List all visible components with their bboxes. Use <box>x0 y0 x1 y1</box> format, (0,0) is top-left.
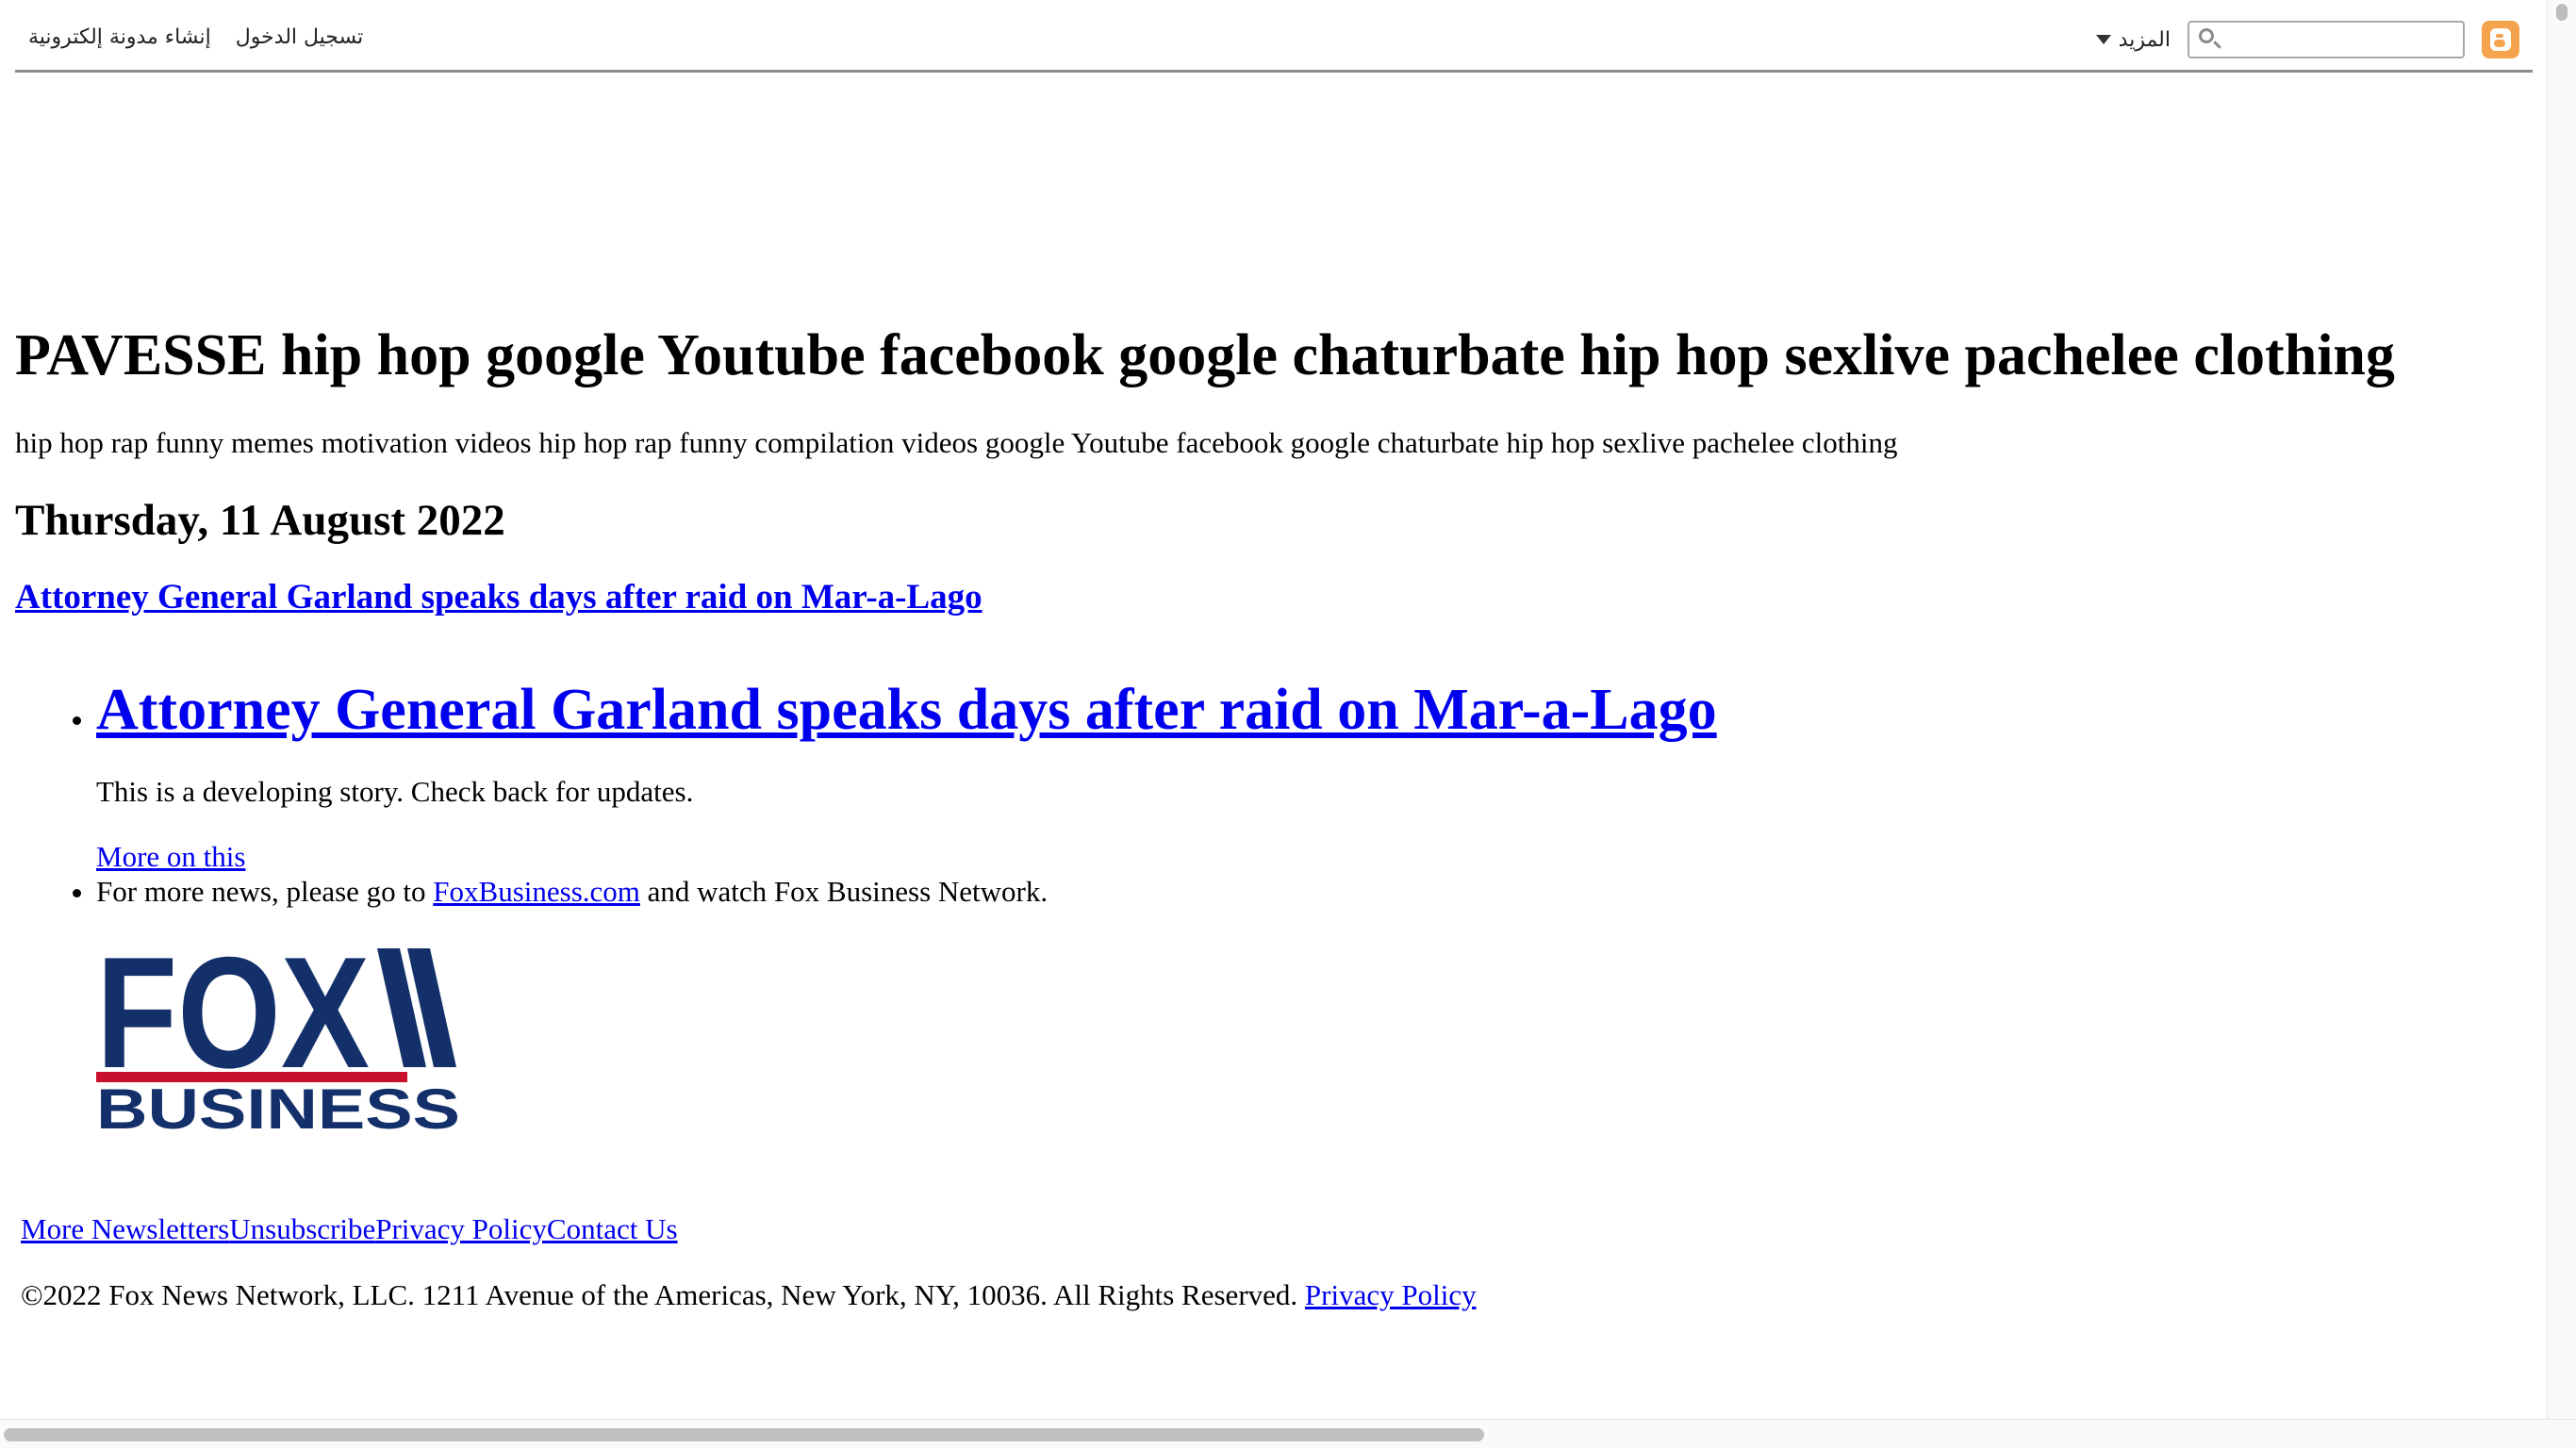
search-icon <box>2199 28 2214 43</box>
more-menu-label: المزيد <box>2118 27 2171 52</box>
footer-links: More NewslettersUnsubscribePrivacy Polic… <box>21 1211 2523 1246</box>
story-headline-link[interactable]: Attorney General Garland speaks days aft… <box>96 678 1717 742</box>
story-headline: Attorney General Garland speaks days aft… <box>96 675 2523 745</box>
fox-business-logo: FOX BUSINESS <box>96 946 460 1131</box>
sign-in-link[interactable]: تسجيل الدخول <box>236 25 364 49</box>
copyright-text: ©2022 Fox News Network, LLC. 1211 Avenue… <box>21 1277 2523 1312</box>
navbar-account-links: تسجيل الدخول إنشاء مدونة إلكترونية <box>28 25 363 49</box>
chevron-down-icon <box>2095 35 2111 44</box>
footer-privacy-link[interactable]: Privacy Policy <box>1305 1278 1477 1311</box>
more-news-suffix: and watch Fox Business Network. <box>639 875 1049 909</box>
vertical-scrollbar[interactable] <box>2547 0 2576 1420</box>
list-item: Attorney General Garland speaks days aft… <box>96 675 2523 874</box>
blog-page: تسجيل الدخول إنشاء مدونة إلكترونية المزي… <box>0 0 2546 1420</box>
navbar-tools: المزيد <box>2095 21 2519 58</box>
main-content: PAVESSE hip hop google Youtube facebook … <box>15 321 2523 1312</box>
more-newsletters-link[interactable]: More Newsletters <box>21 1212 229 1245</box>
blogger-navbar: تسجيل الدخول إنشاء مدونة إلكترونية المزي… <box>15 0 2533 73</box>
blog-description: hip hop rap funny memes motivation video… <box>15 426 1898 460</box>
blog-title: PAVESSE hip hop google Youtube facebook … <box>15 323 2395 387</box>
business-logo-text: BUSINESS <box>96 1078 460 1131</box>
create-blog-link[interactable]: إنشاء مدونة إلكترونية <box>28 25 211 49</box>
horizontal-scrollbar-thumb[interactable] <box>4 1428 1484 1441</box>
contact-us-link[interactable]: Contact Us <box>547 1212 678 1245</box>
more-on-this-paragraph: More on this <box>96 839 2523 874</box>
search-input[interactable] <box>2227 25 2457 53</box>
copyright-statement: ©2022 Fox News Network, LLC. 1211 Avenue… <box>21 1277 1305 1311</box>
horizontal-scrollbar[interactable] <box>0 1419 2576 1448</box>
more-menu-button[interactable]: المزيد <box>2095 27 2171 52</box>
blogger-logo-icon[interactable] <box>2482 21 2519 58</box>
search-box[interactable] <box>2188 21 2465 58</box>
post-date-header: Thursday, 11 August 2022 <box>15 495 505 545</box>
vertical-scrollbar-thumb[interactable] <box>2556 4 2568 21</box>
post-body-list: Attorney General Garland speaks days aft… <box>15 675 2523 1131</box>
list-item: For more news, please go to FoxBusiness.… <box>96 874 2523 1131</box>
more-news-prefix: For more news, please go to <box>96 875 434 909</box>
privacy-policy-link[interactable]: Privacy Policy <box>375 1212 547 1245</box>
foxbusiness-link[interactable]: FoxBusiness.com <box>433 875 640 908</box>
post-title: Attorney General Garland speaks days aft… <box>15 577 2523 618</box>
story-text: This is a developing story. Check back f… <box>96 774 694 808</box>
more-on-this-link[interactable]: More on this <box>96 840 245 873</box>
unsubscribe-link[interactable]: Unsubscribe <box>229 1212 375 1245</box>
post-title-link[interactable]: Attorney General Garland speaks days aft… <box>15 578 983 617</box>
